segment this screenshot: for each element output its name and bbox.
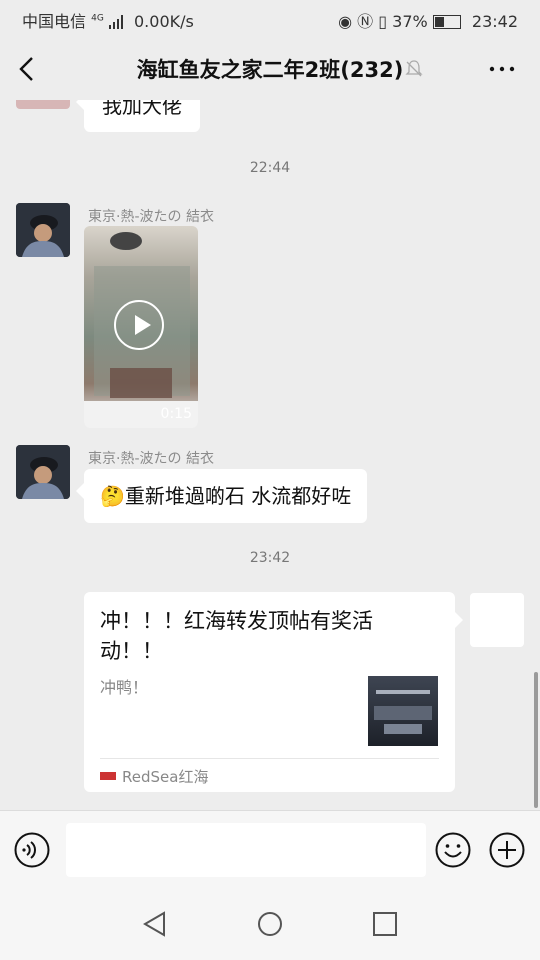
avatar[interactable] (16, 203, 70, 257)
message-bubble[interactable]: 🤔重新堆過啲石 水流都好咗 (75, 469, 368, 523)
circle-home-icon (258, 912, 282, 936)
battery-percent: 37% (392, 12, 428, 31)
input-bar (0, 810, 540, 889)
link-source-label: RedSea红海 (122, 768, 209, 786)
clock: 23:42 (471, 12, 518, 31)
mute-bell-icon (404, 59, 424, 83)
status-left: 中国电信 4G 0.00K/s (22, 8, 194, 32)
link-thumbnail (368, 676, 438, 746)
scrollbar[interactable] (534, 672, 538, 808)
thinking-emoji-icon: 🤔 (100, 484, 125, 508)
sender-name: 東京·熱-波たの 結衣 (88, 451, 214, 467)
video-duration: 0:15 (160, 406, 192, 422)
redsea-logo-icon (100, 772, 116, 780)
net-speed: 0.00K/s (134, 12, 194, 31)
nav-home-button[interactable] (255, 909, 285, 939)
eye-icon: ◉ (338, 12, 353, 31)
status-bar: 中国电信 4G 0.00K/s ◉ Ⓝ ▯ 37% 23:42 (0, 0, 540, 38)
plus-icon (489, 832, 525, 868)
triangle-back-icon (143, 911, 165, 937)
link-description: 冲鸭！ (100, 678, 149, 697)
link-divider (100, 758, 439, 759)
nav-back-button[interactable] (140, 909, 170, 939)
square-recents-icon (373, 912, 397, 936)
signal-icon (108, 14, 123, 29)
message-text-partial[interactable]: 我加大佬 (76, 100, 200, 132)
message-text: 重新堆過啲石 水流都好咗 (124, 484, 352, 508)
voice-icon (14, 832, 50, 868)
nav-recents-button[interactable] (370, 909, 400, 939)
voice-input-button[interactable] (14, 832, 50, 868)
sender-name: 東京·熱-波たの 結衣 (88, 209, 214, 225)
timestamp: 22:44 (249, 160, 291, 176)
system-nav-bar (0, 889, 540, 960)
network-type: 4G (91, 13, 104, 24)
link-title: 冲！！！红海转发顶帖有奖活动！！ (100, 609, 373, 663)
play-icon[interactable] (114, 300, 164, 350)
page-title[interactable]: 海缸鱼友之家二年2班(232) (0, 54, 540, 84)
chat-area[interactable]: 我加大佬 22:44 東京·熱-波たの 結衣 0:15 東京·熱-波たの 結衣 … (0, 100, 540, 810)
carrier-label: 中国电信 (22, 12, 87, 31)
video-message[interactable]: 0:15 (84, 226, 198, 428)
smiley-icon (435, 832, 471, 868)
battery-icon (432, 15, 461, 29)
more-button[interactable] (488, 58, 516, 84)
link-card[interactable]: 冲！！！红海转发顶帖有奖活动！！ 冲鸭！ RedSea红海 (84, 592, 463, 792)
link-source: RedSea红海 (100, 766, 208, 787)
message-input[interactable] (66, 823, 426, 877)
avatar[interactable] (16, 445, 70, 499)
avatar[interactable] (16, 100, 70, 109)
message-text: 我加大佬 (102, 100, 182, 118)
my-avatar[interactable] (470, 593, 524, 647)
chat-header: 海缸鱼友之家二年2班(232) (0, 38, 540, 100)
timestamp: 23:42 (249, 550, 291, 566)
more-dots-icon (489, 66, 515, 72)
status-right: ◉ Ⓝ ▯ 37% 23:42 (338, 8, 518, 32)
emoji-button[interactable] (435, 832, 471, 868)
more-actions-button[interactable] (489, 832, 525, 868)
vibrate-icon: ▯ (378, 12, 388, 31)
nfc-icon: Ⓝ (357, 12, 374, 31)
